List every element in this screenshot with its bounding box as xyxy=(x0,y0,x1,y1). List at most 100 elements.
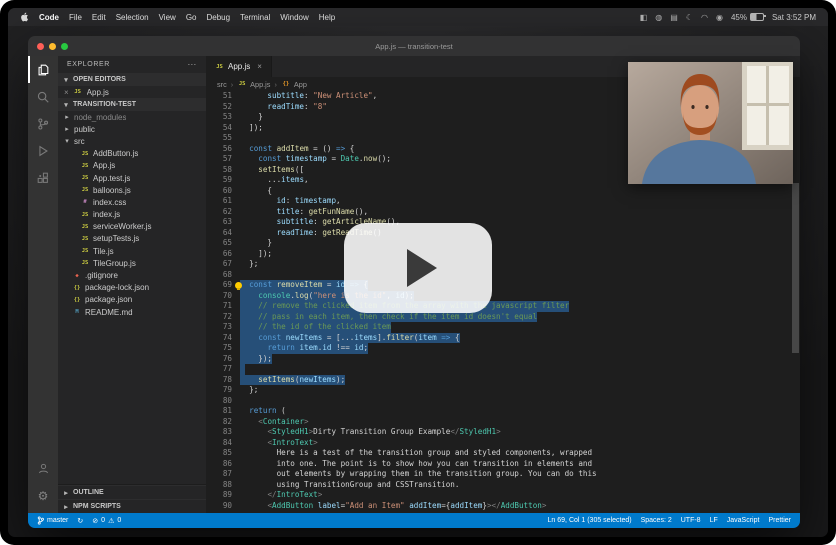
tree-item--gitignore[interactable]: ◆.gitignore xyxy=(58,269,206,281)
code-line[interactable]: 68 xyxy=(206,270,800,281)
code-line[interactable]: 66 ]); xyxy=(206,249,800,260)
section-outline[interactable]: ▸OUTLINE xyxy=(58,485,206,499)
code-line[interactable]: 84 <IntroText> xyxy=(206,438,800,449)
scrollbar-thumb[interactable] xyxy=(792,183,799,353)
code-line[interactable]: 85 Here is a test of the transition grou… xyxy=(206,448,800,459)
tree-item-src[interactable]: ▾src xyxy=(58,135,206,147)
window-titlebar[interactable]: App.js — transition-test xyxy=(28,36,800,56)
code-line[interactable]: 87 out elements by wrapping them in the … xyxy=(206,469,800,480)
minimize-button[interactable] xyxy=(49,43,56,50)
tree-item-readme-md[interactable]: MREADME.md xyxy=(58,306,206,318)
tree-item-serviceworker-js[interactable]: JSserviceWorker.js xyxy=(58,221,206,233)
code-line[interactable]: 79 }; xyxy=(206,385,800,396)
tree-item-balloons-js[interactable]: JSballoons.js xyxy=(58,184,206,196)
tree-item-tile-js[interactable]: JSTile.js xyxy=(58,245,206,257)
menubar-icon-1[interactable]: ◧ xyxy=(640,13,648,22)
git-branch-indicator[interactable]: master xyxy=(37,516,68,525)
code-line[interactable]: 74 const newItems = [...items].filter(it… xyxy=(206,333,800,344)
code-line[interactable]: 86 into one. The point is to show how yo… xyxy=(206,459,800,470)
code-line[interactable]: 71 // remove the clicked item from the a… xyxy=(206,301,800,312)
code-line[interactable]: 81 return ( xyxy=(206,406,800,417)
menubar-icon-4[interactable]: ☾ xyxy=(686,13,693,22)
settings-gear-icon[interactable]: ⚙ xyxy=(28,482,58,509)
battery-indicator[interactable]: 45% xyxy=(731,13,764,22)
menu-terminal[interactable]: Terminal xyxy=(240,13,270,22)
apple-menu-icon[interactable] xyxy=(20,12,29,22)
lightbulb-icon[interactable] xyxy=(235,282,242,289)
more-actions-icon[interactable]: ⋯ xyxy=(187,59,197,70)
menubar-icon-5[interactable]: ◠ xyxy=(701,13,708,22)
tree-item-public[interactable]: ▸public xyxy=(58,123,206,135)
menu-debug[interactable]: Debug xyxy=(206,13,230,22)
menubar-icon-6[interactable]: ◉ xyxy=(716,13,723,22)
code-line[interactable]: 76 }); xyxy=(206,354,800,365)
code-line[interactable]: 69 const removeItem = id => { xyxy=(206,280,800,291)
tab-app-js[interactable]: JS App.js × xyxy=(206,56,272,77)
code-line[interactable]: 72 // pass in each item, then check if t… xyxy=(206,312,800,323)
menu-help[interactable]: Help xyxy=(319,13,335,22)
code-line[interactable]: 88 using TransitionGroup and CSSTransiti… xyxy=(206,480,800,491)
menu-clock[interactable]: Sat 3:52 PM xyxy=(772,13,816,22)
code-line[interactable]: 63 subtitle: getArticleName(), xyxy=(206,217,800,228)
breadcrumb-item-app[interactable]: {}App xyxy=(281,80,307,89)
source-control-icon[interactable] xyxy=(28,110,58,137)
sync-icon[interactable]: ↻ xyxy=(77,517,83,525)
menu-window[interactable]: Window xyxy=(280,13,308,22)
accounts-icon[interactable] xyxy=(28,455,58,482)
menu-edit[interactable]: Edit xyxy=(92,13,106,22)
extensions-icon[interactable] xyxy=(28,164,58,191)
open-editor-item[interactable]: ×JSApp.js xyxy=(58,86,206,98)
eol[interactable]: LF xyxy=(710,517,718,524)
play-button[interactable] xyxy=(344,223,492,313)
tree-item-tilegroup-js[interactable]: JSTileGroup.js xyxy=(58,257,206,269)
code-line[interactable]: 83 <StyledH1>Dirty Transition Group Exam… xyxy=(206,427,800,438)
code-line[interactable]: 75 return item.id !== id; xyxy=(206,343,800,354)
close-button[interactable] xyxy=(37,43,44,50)
encoding[interactable]: UTF-8 xyxy=(681,517,701,524)
code-line[interactable]: 70 console.log("here is the id", id); xyxy=(206,291,800,302)
menu-file[interactable]: File xyxy=(69,13,82,22)
code-line[interactable]: 80 xyxy=(206,396,800,407)
tree-item-node-modules[interactable]: ▸node_modules xyxy=(58,111,206,123)
tree-item-index-css[interactable]: #index.css xyxy=(58,196,206,208)
code-line[interactable]: 77 xyxy=(206,364,800,375)
code-line[interactable]: 90 <AddButton label="Add an Item" addIte… xyxy=(206,501,800,512)
breadcrumb-item-src[interactable]: src xyxy=(217,80,227,89)
video-frame[interactable]: Code File Edit Selection View Go Debug Terminal… xyxy=(0,0,836,545)
code-line[interactable]: 65 } xyxy=(206,238,800,249)
menu-go[interactable]: Go xyxy=(186,13,197,22)
search-icon[interactable] xyxy=(28,83,58,110)
tree-item-setuptests-js[interactable]: JSsetupTests.js xyxy=(58,233,206,245)
code-line[interactable]: 61 id: timestamp, xyxy=(206,196,800,207)
tree-item-app-js[interactable]: JSApp.js xyxy=(58,160,206,172)
tree-item-index-js[interactable]: JSindex.js xyxy=(58,209,206,221)
menu-view[interactable]: View xyxy=(159,13,176,22)
close-tab-icon[interactable]: × xyxy=(257,62,262,71)
code-line[interactable]: 67 }; xyxy=(206,259,800,270)
tree-item-package-lock-json[interactable]: {}package-lock.json xyxy=(58,282,206,294)
cursor-position[interactable]: Ln 69, Col 1 (305 selected) xyxy=(548,517,632,524)
code-line[interactable]: 62 title: getFunName(), xyxy=(206,207,800,218)
section-npm-scripts[interactable]: ▸NPM SCRIPTS xyxy=(58,499,206,513)
tree-item-app-test-js[interactable]: JSApp.test.js xyxy=(58,172,206,184)
open-editors-section[interactable]: ▾ OPEN EDITORS xyxy=(58,73,206,86)
code-line[interactable]: 82 <Container> xyxy=(206,417,800,428)
explorer-icon[interactable] xyxy=(28,56,58,83)
zoom-button[interactable] xyxy=(61,43,68,50)
indentation[interactable]: Spaces: 2 xyxy=(641,517,672,524)
run-debug-icon[interactable] xyxy=(28,137,58,164)
code-line[interactable]: 64 readTime: getReadTime() xyxy=(206,228,800,239)
menu-code[interactable]: Code xyxy=(39,13,59,22)
code-line[interactable]: 89 </IntroText> xyxy=(206,490,800,501)
menubar-icon-3[interactable]: ▤ xyxy=(670,13,678,22)
language-mode[interactable]: JavaScript xyxy=(727,517,760,524)
tree-item-package-json[interactable]: {}package.json xyxy=(58,294,206,306)
menu-selection[interactable]: Selection xyxy=(116,13,149,22)
code-line[interactable]: 78 setItems(newItems); xyxy=(206,375,800,386)
problems-indicator[interactable]: ⊘ 0 ⚠ 0 xyxy=(92,517,121,525)
close-icon[interactable]: × xyxy=(64,88,69,97)
formatter[interactable]: Prettier xyxy=(768,517,791,524)
breadcrumb-item-app-js[interactable]: JSApp.js xyxy=(237,80,270,89)
code-line[interactable]: 73 // the id of the clicked item xyxy=(206,322,800,333)
project-section[interactable]: ▾ TRANSITION-TEST xyxy=(58,98,206,111)
